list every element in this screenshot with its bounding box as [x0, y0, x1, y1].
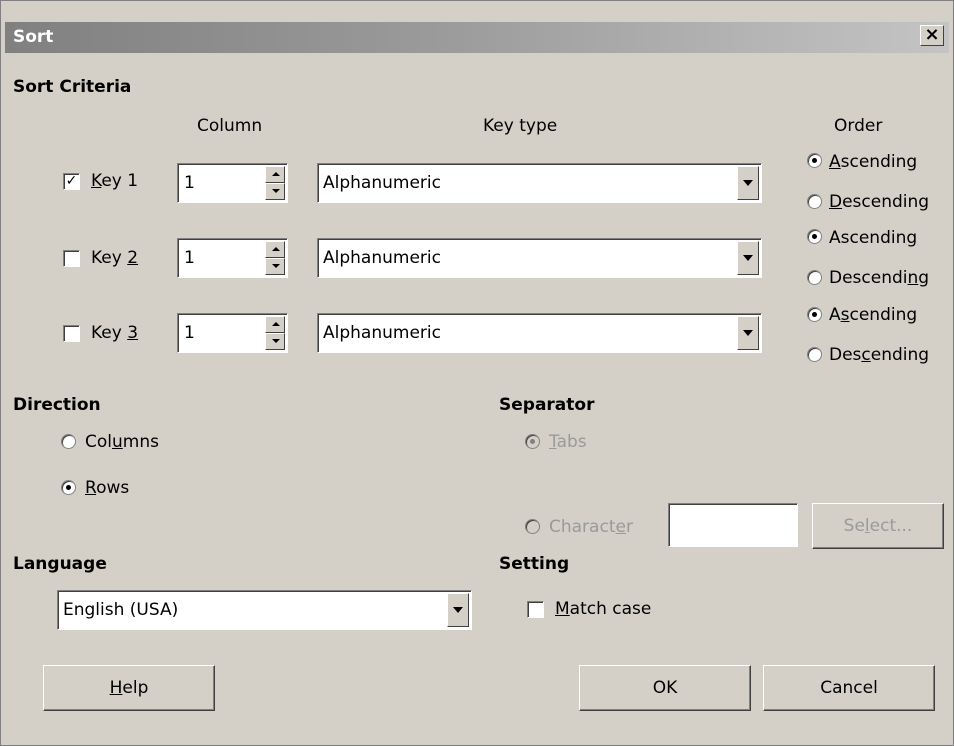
select-button[interactable]: Select...: [812, 503, 944, 549]
key1-descending-label: Descending: [829, 192, 930, 212]
key2-column-value: 1: [184, 248, 195, 268]
spin-arrows-icon[interactable]: [265, 241, 285, 275]
key3-descending-label: Descending: [829, 345, 930, 365]
column-header: Column: [197, 116, 263, 136]
key1-checkbox[interactable]: ✓: [63, 173, 80, 190]
key1-descending-radio[interactable]: [807, 194, 822, 209]
match-case-checkbox[interactable]: [527, 601, 544, 618]
sort-criteria-heading: Sort Criteria: [13, 77, 132, 97]
separator-tabs-label: Tabs: [549, 432, 587, 452]
key3-column-value: 1: [184, 323, 195, 343]
key1-ascending-label: Ascending: [829, 152, 918, 172]
spin-arrows-icon[interactable]: [265, 316, 285, 350]
direction-columns-label: Columns: [85, 432, 159, 452]
key3-column-spinbox[interactable]: 1: [177, 313, 288, 353]
close-icon: ×: [924, 24, 940, 45]
separator-character-radio[interactable]: [525, 519, 540, 534]
close-button[interactable]: ×: [920, 25, 944, 46]
separator-character-field[interactable]: [668, 503, 798, 547]
key3-ascending-label: Ascending: [829, 305, 918, 325]
order-header: Order: [834, 116, 883, 136]
key2-descending-label: Descending: [829, 268, 930, 288]
key2-checkbox[interactable]: [63, 250, 80, 267]
sort-dialog: Sort × Sort Criteria Column Key type Ord…: [0, 0, 954, 746]
ok-button[interactable]: OK: [579, 665, 751, 711]
language-value: English (USA): [63, 600, 179, 620]
key3-keytype-dropdown[interactable]: Alphanumeric: [317, 313, 762, 353]
key2-label: Key 2: [91, 248, 139, 268]
key2-keytype-dropdown[interactable]: Alphanumeric: [317, 238, 762, 278]
key1-column-spinbox[interactable]: 1: [177, 163, 288, 203]
key2-descending-radio[interactable]: [807, 270, 822, 285]
key3-checkbox[interactable]: [63, 325, 80, 342]
dropdown-arrow-icon[interactable]: [737, 241, 759, 275]
language-heading: Language: [13, 554, 107, 574]
cancel-button[interactable]: Cancel: [763, 665, 935, 711]
direction-rows-label: Rows: [85, 478, 130, 498]
direction-heading: Direction: [13, 395, 101, 415]
key2-ascending-radio[interactable]: [807, 229, 822, 244]
help-button[interactable]: Help: [43, 665, 215, 711]
language-dropdown[interactable]: English (USA): [57, 590, 472, 630]
key1-keytype-dropdown[interactable]: Alphanumeric: [317, 163, 762, 203]
checkmark-icon: ✓: [65, 173, 78, 189]
key3-ascending-radio[interactable]: [807, 307, 822, 322]
key3-keytype-value: Alphanumeric: [323, 323, 441, 343]
key3-label: Key 3: [91, 323, 139, 343]
direction-columns-radio[interactable]: [61, 434, 76, 449]
dialog-title: Sort: [13, 27, 54, 47]
spin-arrows-icon[interactable]: [265, 166, 285, 200]
dropdown-arrow-icon[interactable]: [737, 316, 759, 350]
key1-ascending-radio[interactable]: [807, 153, 822, 168]
key1-label: Key 1: [91, 171, 139, 191]
dropdown-arrow-icon[interactable]: [737, 166, 759, 200]
separator-character-label: Character: [549, 517, 633, 537]
separator-heading: Separator: [499, 395, 595, 415]
direction-rows-radio[interactable]: [61, 480, 76, 495]
key1-keytype-value: Alphanumeric: [323, 173, 441, 193]
setting-heading: Setting: [499, 554, 570, 574]
key3-descending-radio[interactable]: [807, 347, 822, 362]
title-bar: Sort ×: [5, 22, 949, 53]
key2-column-spinbox[interactable]: 1: [177, 238, 288, 278]
match-case-label: Match case: [555, 599, 652, 619]
dropdown-arrow-icon[interactable]: [447, 593, 469, 627]
separator-tabs-radio[interactable]: [525, 434, 540, 449]
key2-keytype-value: Alphanumeric: [323, 248, 441, 268]
key-type-header: Key type: [483, 116, 558, 136]
key1-column-value: 1: [184, 173, 195, 193]
key2-ascending-label: Ascending: [829, 228, 918, 248]
